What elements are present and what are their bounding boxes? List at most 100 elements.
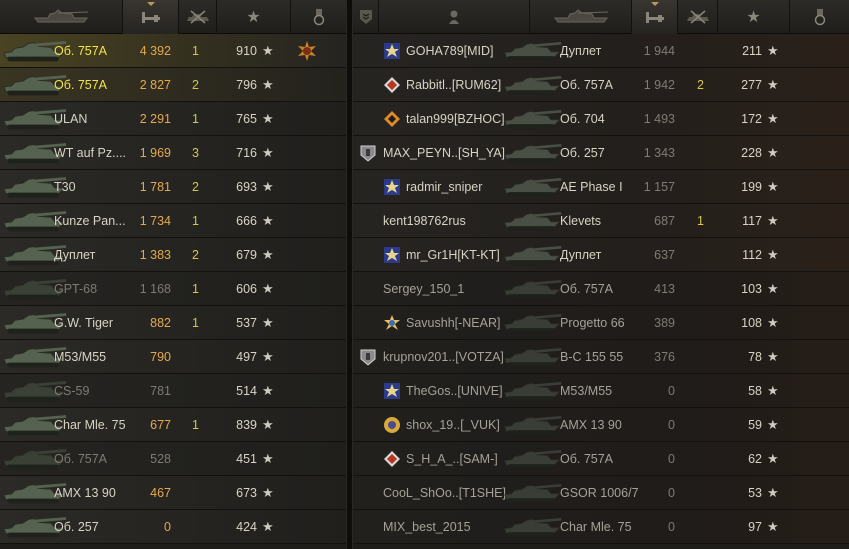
header-medal-column[interactable] bbox=[291, 0, 346, 34]
clan-badge-icon bbox=[384, 110, 400, 127]
medal-award[interactable] bbox=[296, 34, 320, 67]
left-player-row[interactable]: CS-59 781 514 ★ bbox=[0, 374, 346, 408]
kills-value bbox=[192, 340, 212, 373]
header-tank-column-right[interactable] bbox=[530, 0, 632, 34]
star-icon: ★ bbox=[767, 315, 779, 330]
left-player-row[interactable]: Kunze Pan... 1 734 1 666 ★ bbox=[0, 204, 346, 238]
star-icon: ★ bbox=[262, 519, 274, 534]
destroyed-tanks-icon bbox=[186, 10, 209, 24]
left-player-row[interactable]: Об. 757А 2 827 2 796 ★ bbox=[0, 68, 346, 102]
header-kills-column[interactable] bbox=[179, 0, 217, 34]
kills-value bbox=[697, 510, 717, 543]
xp-value: 58 bbox=[748, 383, 762, 398]
tank-thumbnail-icon bbox=[504, 450, 562, 469]
right-player-row[interactable]: GOHA789[MID] Дуплет 1 944 211 ★ bbox=[353, 34, 849, 68]
right-player-row[interactable]: kent198762rus Klevets 687 1 117 ★ bbox=[353, 204, 849, 238]
header-player-column[interactable] bbox=[379, 0, 530, 34]
damage-value: 687 bbox=[654, 213, 675, 228]
right-player-row[interactable]: talan999[BZHOC] Об. 704 1 493 172 ★ bbox=[353, 102, 849, 136]
left-player-row[interactable]: WT auf Pz.... 1 969 3 716 ★ bbox=[0, 136, 346, 170]
star-icon: ★ bbox=[767, 145, 779, 160]
kills-value: 3 bbox=[192, 145, 199, 160]
right-player-row[interactable]: MAX_PEYN..[SH_YA] Об. 257 1 343 228 ★ bbox=[353, 136, 849, 170]
right-player-row[interactable]: TheGos..[UNIVE] M53/M55 0 58 ★ bbox=[353, 374, 849, 408]
xp-value: 103 bbox=[741, 281, 762, 296]
xp-value: 693 bbox=[236, 179, 257, 194]
right-player-row[interactable]: CooL_ShOo..[T1SHE] GSOR 1006/7 0 53 ★ bbox=[353, 476, 849, 510]
right-player-row[interactable]: MIX_best_2015 Char Mle. 75 0 97 ★ bbox=[353, 510, 849, 544]
damage-value: 882 bbox=[150, 315, 171, 330]
star-icon: ★ bbox=[262, 485, 274, 500]
damage-value: 389 bbox=[654, 315, 675, 330]
damage-value: 781 bbox=[150, 383, 171, 398]
left-player-row[interactable]: M53/M55 790 497 ★ bbox=[0, 340, 346, 374]
tank-name: Об. 257 bbox=[54, 519, 99, 534]
left-player-row[interactable]: GPT-68 1 168 1 606 ★ bbox=[0, 272, 346, 306]
header-kills-column-right[interactable] bbox=[678, 0, 718, 34]
header-xp-column[interactable]: ★ bbox=[217, 0, 291, 34]
tank-name: GSOR 1006/7 bbox=[560, 485, 639, 500]
tank-name: Об. 757А bbox=[560, 77, 614, 92]
tank-thumbnail-icon bbox=[504, 144, 562, 163]
kills-value bbox=[192, 374, 212, 407]
tank-name: Об. 257 bbox=[560, 145, 605, 160]
xp-value: 497 bbox=[236, 349, 257, 364]
header-rank-column[interactable] bbox=[353, 0, 379, 34]
right-player-row[interactable]: krupnov201..[VOTZA] B-C 155 55 376 78 ★ bbox=[353, 340, 849, 374]
star-icon: ★ bbox=[262, 451, 274, 466]
left-player-row[interactable]: Об. 757А 528 451 ★ bbox=[0, 442, 346, 476]
xp-value: 424 bbox=[236, 519, 257, 534]
xp-value: 716 bbox=[236, 145, 257, 160]
clan-badge-icon bbox=[384, 416, 400, 433]
damage-value: 413 bbox=[654, 281, 675, 296]
left-player-row[interactable]: Об. 257 0 424 ★ bbox=[0, 510, 346, 544]
star-icon: ★ bbox=[767, 179, 779, 194]
tank-name: Об. 704 bbox=[560, 111, 605, 126]
tank-icon bbox=[34, 9, 89, 23]
player-name: kent198762rus bbox=[383, 213, 466, 228]
right-player-row[interactable]: Sergey_150_1 Об. 757А 413 103 ★ bbox=[353, 272, 849, 306]
xp-value: 62 bbox=[748, 451, 762, 466]
left-player-row[interactable]: Char Mle. 75 677 1 839 ★ bbox=[0, 408, 346, 442]
sort-descending-icon bbox=[650, 2, 659, 6]
right-player-row[interactable]: Savushh[-NEAR] Progetto 66 389 108 ★ bbox=[353, 306, 849, 340]
kills-value bbox=[697, 442, 717, 475]
xp-value: 796 bbox=[236, 77, 257, 92]
header-medal-column-right[interactable] bbox=[790, 0, 849, 34]
left-player-row[interactable]: ULAN 2 291 1 765 ★ bbox=[0, 102, 346, 136]
kills-value bbox=[697, 272, 717, 305]
tank-name: WT auf Pz.... bbox=[54, 145, 126, 160]
damage-value: 1 969 bbox=[139, 145, 171, 160]
header-damage-column[interactable] bbox=[123, 0, 179, 34]
xp-value: 666 bbox=[236, 213, 257, 228]
tank-thumbnail-icon bbox=[504, 314, 562, 333]
clan-badge-icon bbox=[384, 314, 400, 330]
header-tank-column[interactable] bbox=[0, 0, 123, 34]
tank-thumbnail-icon bbox=[504, 484, 562, 503]
tank-name: Дуплет bbox=[54, 247, 96, 262]
clan-badge-icon bbox=[360, 349, 376, 366]
kills-value bbox=[192, 442, 212, 475]
right-player-row[interactable]: S_H_A_..[SAM-] Об. 757А 0 62 ★ bbox=[353, 442, 849, 476]
player-name: TheGos..[UNIVE] bbox=[406, 383, 503, 398]
header-xp-column-right[interactable]: ★ bbox=[718, 0, 790, 34]
left-player-row[interactable]: Дуплет 1 383 2 679 ★ bbox=[0, 238, 346, 272]
left-player-row[interactable]: AMX 13 90 467 673 ★ bbox=[0, 476, 346, 510]
kills-value: 1 bbox=[192, 111, 199, 126]
rank-badge bbox=[359, 136, 377, 169]
left-player-row[interactable]: Об. 757А 4 392 1 910 ★ bbox=[0, 34, 346, 68]
tank-thumbnail-icon bbox=[504, 518, 562, 537]
right-player-row[interactable]: Rabbitl..[RUM62] Об. 757А 1 942 2 277 ★ bbox=[353, 68, 849, 102]
clan-badge-icon bbox=[360, 145, 376, 162]
tank-name: M53/M55 bbox=[54, 349, 107, 364]
right-player-row[interactable]: mr_Gr1H[KT-KT] Дуплет 637 112 ★ bbox=[353, 238, 849, 272]
left-player-row[interactable]: G.W. Tiger 882 1 537 ★ bbox=[0, 306, 346, 340]
star-icon: ★ bbox=[767, 485, 779, 500]
star-icon: ★ bbox=[262, 417, 274, 432]
header-damage-column-right[interactable] bbox=[632, 0, 678, 34]
right-player-row[interactable]: radmir_sniper AE Phase I 1 157 199 ★ bbox=[353, 170, 849, 204]
medal-icon bbox=[814, 9, 825, 26]
tank-thumbnail-icon bbox=[504, 42, 562, 61]
left-player-row[interactable]: T30 1 781 2 693 ★ bbox=[0, 170, 346, 204]
right-player-row[interactable]: shox_19..[_VUK] AMX 13 90 0 59 ★ bbox=[353, 408, 849, 442]
